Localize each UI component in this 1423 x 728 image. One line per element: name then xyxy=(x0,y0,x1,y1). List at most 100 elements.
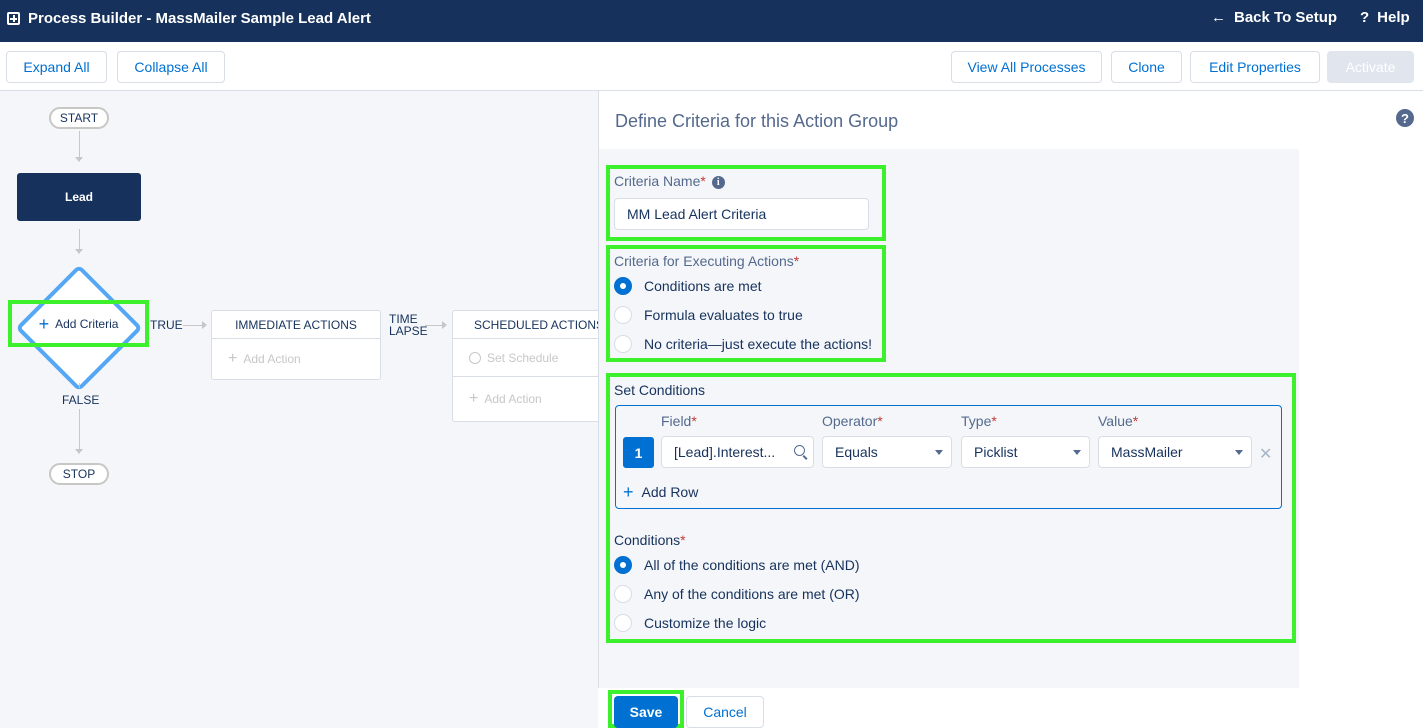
page-title: Process Builder - MassMailer Sample Lead… xyxy=(28,10,371,27)
value-value: MassMailer xyxy=(1111,444,1183,460)
criteria-name-input[interactable]: MM Lead Alert Criteria xyxy=(614,198,869,230)
view-all-processes-button[interactable]: View All Processes xyxy=(951,51,1102,83)
stop-node: STOP xyxy=(49,463,109,485)
value-header-text: Value xyxy=(1098,413,1133,429)
operator-value: Equals xyxy=(835,444,878,460)
save-button[interactable]: Save xyxy=(614,696,678,728)
type-column-header: Type* xyxy=(961,413,997,429)
radio-customize-logic[interactable]: Customize the logic xyxy=(614,614,766,632)
value-select[interactable]: MassMailer xyxy=(1098,436,1252,468)
app-header: Process Builder - MassMailer Sample Lead… xyxy=(0,0,1423,42)
connector-line xyxy=(79,229,80,249)
clone-button[interactable]: Clone xyxy=(1111,51,1182,83)
immediate-actions-card: IMMEDIATE ACTIONS + Add Action xyxy=(211,310,381,380)
collapse-all-button[interactable]: Collapse All xyxy=(117,51,225,83)
radio-unselected-icon xyxy=(614,614,632,632)
field-column-header: Field* xyxy=(661,413,697,429)
plus-icon: + xyxy=(38,313,50,334)
required-marker: * xyxy=(691,413,697,429)
arrow-down-icon xyxy=(75,449,83,454)
add-row-label: Add Row xyxy=(641,484,699,500)
chevron-down-icon xyxy=(935,450,943,455)
row-number-badge: 1 xyxy=(623,437,654,468)
radio-selected-icon xyxy=(614,556,632,574)
add-action-label: Add Action xyxy=(243,352,301,366)
add-row-button[interactable]: + Add Row xyxy=(623,483,698,501)
plus-icon: + xyxy=(228,350,238,367)
info-icon[interactable]: i xyxy=(711,176,725,189)
question-icon: ? xyxy=(1360,9,1370,26)
time-lapse-label-line2: LAPSE xyxy=(389,324,428,338)
object-node[interactable]: Lead xyxy=(17,173,141,221)
add-criteria-label: Add Criteria xyxy=(55,316,119,331)
false-label: FALSE xyxy=(62,393,100,407)
clock-icon xyxy=(469,351,481,364)
field-lookup-input[interactable]: [Lead].Interest... xyxy=(661,436,814,468)
required-marker: * xyxy=(877,413,883,429)
radio-conditions-met[interactable]: Conditions are met xyxy=(614,277,762,295)
scheduled-actions-header: SCHEDULED ACTIONS xyxy=(453,311,598,339)
back-to-setup-link[interactable]: ← Back To Setup xyxy=(1211,9,1337,26)
remove-row-icon[interactable]: ✕ xyxy=(1259,444,1272,464)
type-value: Picklist xyxy=(974,444,1018,460)
cancel-button[interactable]: Cancel xyxy=(686,696,764,728)
radio-label: All of the conditions are met (AND) xyxy=(644,557,860,573)
conditions-label-text: Conditions xyxy=(614,532,681,548)
panel-title: Define Criteria for this Action Group xyxy=(615,111,899,131)
activate-button[interactable]: Activate xyxy=(1327,51,1414,83)
search-icon xyxy=(794,445,805,456)
field-value: [Lead].Interest... xyxy=(674,444,776,460)
radio-label: No criteria—just execute the actions! xyxy=(644,336,872,352)
add-action-label: Add Action xyxy=(484,392,542,406)
connector-line xyxy=(425,325,443,326)
set-schedule-label: Set Schedule xyxy=(487,350,559,365)
criteria-name-label-text: Criteria Name xyxy=(614,173,701,189)
set-schedule-button[interactable]: Set Schedule xyxy=(453,339,598,377)
radio-any-conditions[interactable]: Any of the conditions are met (OR) xyxy=(614,585,860,603)
radio-unselected-icon xyxy=(614,306,632,324)
immediate-actions-header: IMMEDIATE ACTIONS xyxy=(212,311,380,339)
scheduled-actions-card: SCHEDULED ACTIONS Set Schedule + Add Act… xyxy=(452,310,598,422)
radio-label: Conditions are met xyxy=(644,278,762,294)
type-select[interactable]: Picklist xyxy=(961,436,1090,468)
radio-label: Formula evaluates to true xyxy=(644,307,803,323)
operator-header-text: Operator xyxy=(822,413,878,429)
back-to-setup-label: Back To Setup xyxy=(1234,9,1338,26)
arrow-left-icon: ← xyxy=(1211,9,1226,26)
process-builder-icon xyxy=(7,12,20,25)
connector-line xyxy=(183,325,203,326)
required-marker: * xyxy=(793,253,800,269)
connector-line xyxy=(79,383,80,388)
help-link[interactable]: ? Help xyxy=(1360,9,1410,26)
operator-select[interactable]: Equals xyxy=(822,436,952,468)
conditions-label: Conditions* xyxy=(614,532,686,548)
radio-unselected-icon xyxy=(614,335,632,353)
type-header-text: Type xyxy=(961,413,992,429)
edit-properties-button[interactable]: Edit Properties xyxy=(1190,51,1320,83)
arrow-right-icon xyxy=(442,321,447,329)
toolbar: Expand All Collapse All View All Process… xyxy=(0,42,1423,91)
radio-unselected-icon xyxy=(614,585,632,603)
radio-formula-true[interactable]: Formula evaluates to true xyxy=(614,306,803,324)
value-column-header: Value* xyxy=(1098,413,1138,429)
set-conditions-label: Set Conditions xyxy=(614,382,706,398)
add-criteria-button[interactable]: + Add Criteria xyxy=(8,300,149,347)
help-icon[interactable]: ? xyxy=(1396,109,1414,127)
radio-all-conditions[interactable]: All of the conditions are met (AND) xyxy=(614,556,860,574)
executing-label-text: Criteria for Executing Actions xyxy=(614,253,794,269)
expand-all-button[interactable]: Expand All xyxy=(6,51,107,83)
field-header-text: Field xyxy=(661,413,692,429)
chevron-down-icon xyxy=(1073,450,1081,455)
executing-label: Criteria for Executing Actions* xyxy=(614,253,799,269)
add-scheduled-action-button[interactable]: + Add Action xyxy=(453,377,598,421)
operator-column-header: Operator* xyxy=(822,413,883,429)
required-marker: * xyxy=(680,532,686,548)
criteria-name-label: Criteria Name* i xyxy=(614,173,725,189)
radio-no-criteria[interactable]: No criteria—just execute the actions! xyxy=(614,335,872,353)
connector-line xyxy=(79,131,80,157)
plus-icon: + xyxy=(623,482,634,502)
radio-selected-icon xyxy=(614,277,632,295)
required-marker: * xyxy=(1132,413,1139,429)
add-action-button[interactable]: + Add Action xyxy=(212,339,380,379)
process-canvas: START Lead + Add Criteria TRUE IMMEDIATE… xyxy=(0,91,598,728)
